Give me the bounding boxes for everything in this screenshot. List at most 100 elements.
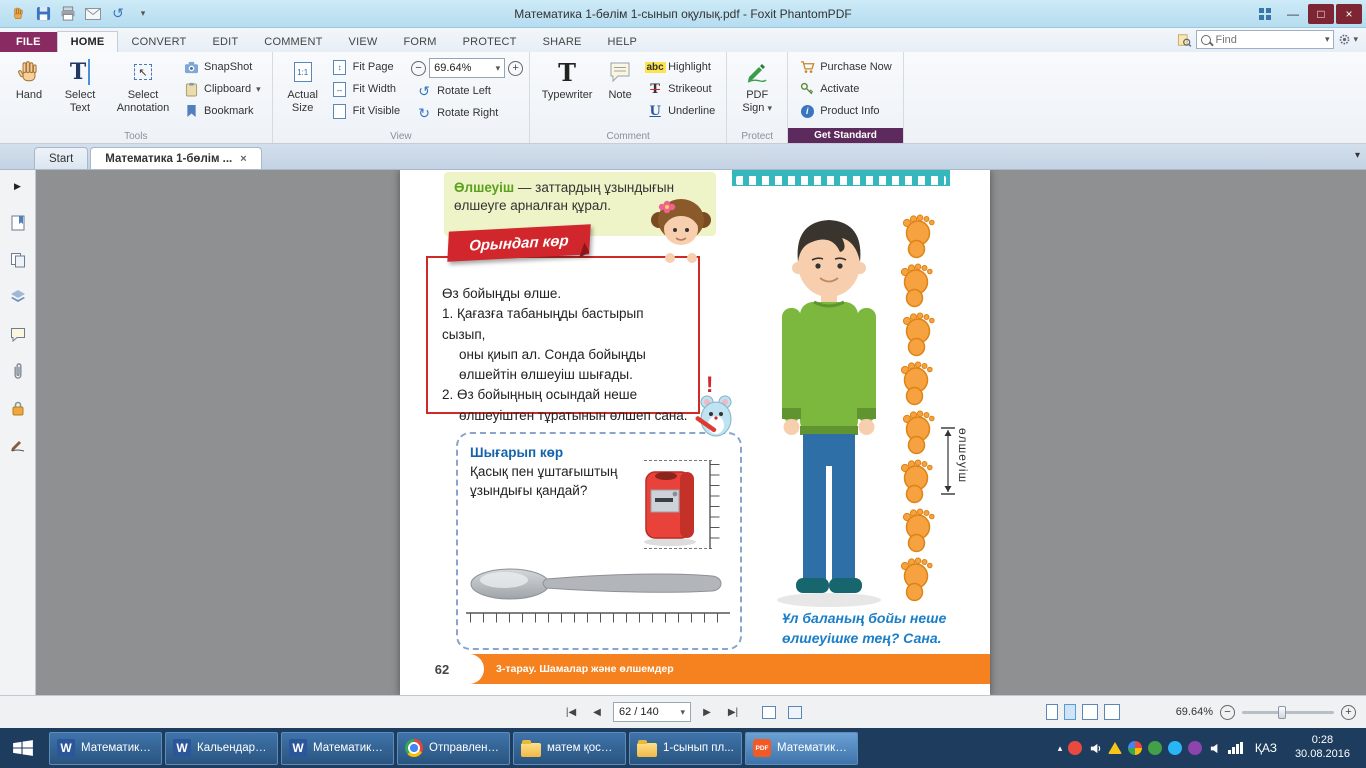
note-button[interactable]: Note	[598, 55, 642, 105]
tray-warning-icon[interactable]	[1108, 742, 1122, 754]
select-annotation-button[interactable]: ↖ Select Annotation	[108, 55, 178, 117]
zoom-in-icon[interactable]: +	[508, 61, 523, 76]
doc-tab-active[interactable]: Математика 1-бөлім ... ×	[90, 147, 261, 169]
tray-purple-app-icon[interactable]	[1188, 741, 1202, 755]
ui-options-button[interactable]	[1252, 4, 1278, 24]
tab-share[interactable]: SHARE	[530, 32, 595, 52]
expand-panel-icon[interactable]: ▶	[8, 176, 28, 196]
restore-button[interactable]: □	[1308, 4, 1334, 24]
print-button[interactable]	[58, 4, 78, 24]
product-info-button[interactable]: i Product Info	[794, 101, 897, 121]
zoom-out-button[interactable]: −	[1220, 705, 1235, 720]
rotate-left-button[interactable]: ↺ Rotate Left	[411, 81, 523, 101]
tab-list-chevron-icon[interactable]: ▾	[1355, 150, 1360, 161]
bookmarks-panel-icon[interactable]	[8, 213, 28, 233]
fit-width-button[interactable]: ↔ Fit Width	[327, 79, 405, 99]
select-text-button[interactable]: T Select Text	[52, 55, 108, 117]
activate-button[interactable]: Activate	[794, 79, 897, 99]
email-button[interactable]	[83, 4, 103, 24]
bookmark-button[interactable]: Bookmark	[178, 101, 266, 121]
previous-page-button[interactable]: ◀	[587, 702, 607, 722]
single-page-view-icon[interactable]	[1046, 704, 1058, 720]
comments-panel-icon[interactable]	[8, 324, 28, 344]
tab-home[interactable]: HOME	[57, 31, 119, 52]
tray-volume2-icon[interactable]	[1208, 741, 1222, 755]
ribbon: Hand T Select Text ↖ Select Annotation S…	[0, 52, 1366, 144]
tab-edit[interactable]: EDIT	[199, 32, 251, 52]
fit-visible-button[interactable]: Fit Visible	[327, 101, 405, 121]
purchase-now-button[interactable]: Purchase Now	[794, 57, 897, 77]
tab-file[interactable]: FILE	[0, 32, 57, 52]
layers-panel-icon[interactable]	[8, 287, 28, 307]
get-standard-buttons: Purchase Now Activate i Product Info	[794, 55, 897, 121]
strikeout-button[interactable]: T Strikeout	[642, 79, 720, 99]
quick-access-customize-button[interactable]: ▾	[133, 4, 153, 24]
rotate-right-button[interactable]: ↻ Rotate Right	[411, 103, 523, 123]
save-button[interactable]	[33, 4, 53, 24]
taskbar-item-chrome[interactable]: Отправленн...	[397, 732, 510, 765]
continuous-view-icon[interactable]	[1064, 704, 1076, 720]
close-button[interactable]: ×	[1336, 4, 1362, 24]
pdf-sign-button[interactable]: PDF Sign ▾	[733, 55, 781, 117]
taskbar-clock[interactable]: 0:28 30.08.2016	[1289, 734, 1356, 762]
taskbar-item-folder-1[interactable]: матем қосы...	[513, 732, 626, 765]
actual-size-button[interactable]: 1:1 Actual Size	[279, 55, 327, 117]
zoom-level-combo[interactable]: 69.64% ▾	[429, 58, 505, 78]
tab-help[interactable]: HELP	[595, 32, 651, 52]
tab-protect[interactable]: PROTECT	[450, 32, 530, 52]
attachments-panel-icon[interactable]	[8, 361, 28, 381]
tab-view[interactable]: VIEW	[336, 32, 391, 52]
tray-blue-app-icon[interactable]	[1168, 741, 1182, 755]
clipboard-button[interactable]: Clipboard ▾	[178, 79, 266, 99]
tray-red-app-icon[interactable]	[1068, 741, 1082, 755]
security-panel-icon[interactable]	[8, 398, 28, 418]
first-page-button[interactable]: |◀	[561, 702, 581, 722]
zoom-slider-thumb[interactable]	[1278, 706, 1286, 719]
find-settings-button[interactable]: ▾	[1338, 33, 1358, 46]
continuous-facing-view-icon[interactable]	[1104, 704, 1120, 720]
minimize-button[interactable]: —	[1280, 4, 1306, 24]
start-button[interactable]	[0, 728, 46, 768]
snapshot-icon	[183, 59, 199, 75]
undo-button[interactable]: ↺	[108, 4, 128, 24]
fit-page-button[interactable]: ↕ Fit Page	[327, 57, 405, 77]
highlight-button[interactable]: abc Highlight	[642, 57, 720, 77]
pages-panel-icon[interactable]	[8, 250, 28, 270]
facing-view-icon[interactable]	[1082, 704, 1098, 720]
get-standard-group-label[interactable]: Get Standard	[788, 128, 903, 143]
next-view-button[interactable]	[785, 702, 805, 722]
tray-green-app-icon[interactable]	[1148, 741, 1162, 755]
tab-convert[interactable]: CONVERT	[118, 32, 199, 52]
tray-volume-icon[interactable]	[1088, 741, 1102, 755]
signature-panel-icon[interactable]	[8, 435, 28, 455]
typewriter-button[interactable]: T Typewriter	[536, 55, 598, 105]
tab-form[interactable]: FORM	[390, 32, 449, 52]
find-input[interactable]	[1215, 34, 1320, 46]
taskbar-item-foxit[interactable]: PDF Математика ...	[745, 732, 858, 765]
close-tab-icon[interactable]: ×	[240, 153, 246, 165]
language-indicator[interactable]: ҚАЗ	[1249, 741, 1283, 755]
doc-tab-start[interactable]: Start	[34, 147, 88, 169]
previous-view-button[interactable]	[759, 702, 779, 722]
tray-multicolor-app-icon[interactable]	[1128, 741, 1142, 755]
taskbar-item-folder-2[interactable]: 1-сынып пл...	[629, 732, 742, 765]
pdf-page[interactable]: Өлшеуіш — заттардың ұзындығын өлшеуге ар…	[400, 170, 990, 695]
hand-tool-quick-button[interactable]	[8, 4, 28, 24]
tab-comment[interactable]: COMMENT	[251, 32, 335, 52]
taskbar-item-word-2[interactable]: W Кальендарн...	[165, 732, 278, 765]
page-number-field[interactable]: 62 / 140 ▾	[613, 702, 691, 722]
zoom-in-button[interactable]: +	[1341, 705, 1356, 720]
show-hidden-icons-chevron[interactable]: ▴	[1058, 743, 1063, 754]
zoom-slider[interactable]	[1242, 711, 1334, 714]
hand-tool-button[interactable]: Hand	[6, 55, 52, 105]
network-signal-icon[interactable]	[1228, 742, 1243, 754]
last-page-button[interactable]: ▶|	[723, 702, 743, 722]
next-page-button[interactable]: ▶	[697, 702, 717, 722]
underline-button[interactable]: U Underline	[642, 101, 720, 121]
taskbar-item-word-3[interactable]: W Математика ...	[281, 732, 394, 765]
task-item1-line1: 1. Қағазға табаныңды бастырып сызып,	[442, 304, 688, 345]
zoom-out-icon[interactable]: −	[411, 61, 426, 76]
document-canvas[interactable]: Өлшеуіш — заттардың ұзындығын өлшеуге ар…	[36, 170, 1366, 695]
snapshot-button[interactable]: SnapShot	[178, 57, 266, 77]
taskbar-item-word-1[interactable]: W Математика ...	[49, 732, 162, 765]
